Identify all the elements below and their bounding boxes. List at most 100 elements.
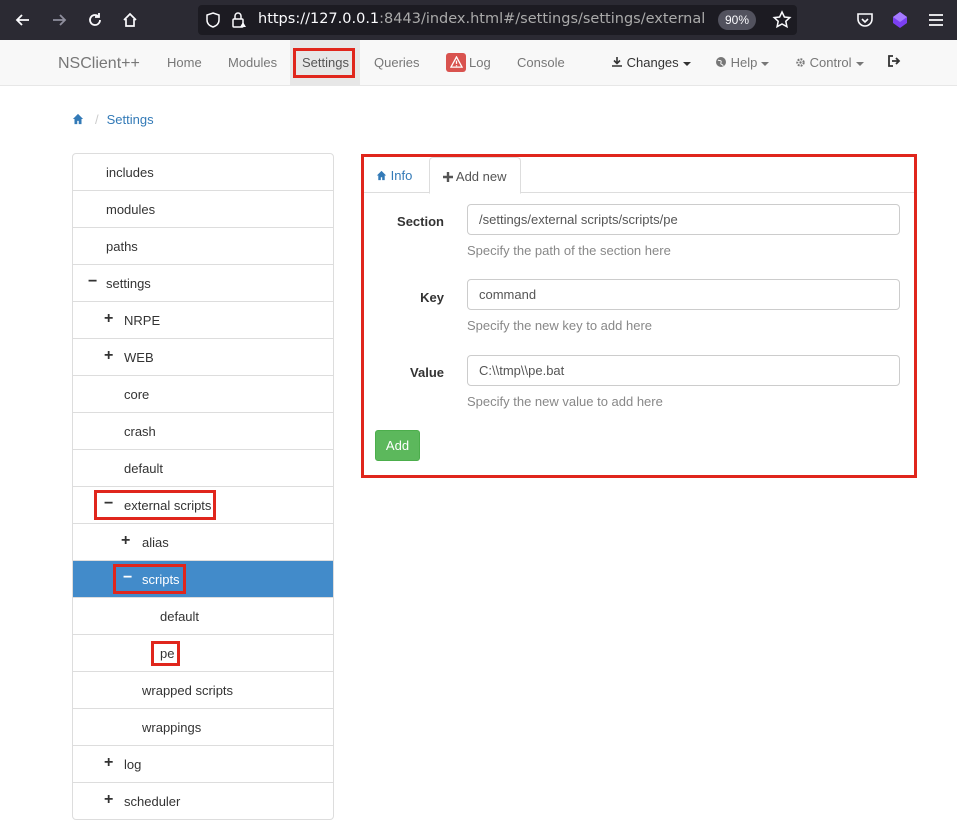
tree-item-web[interactable]: + WEB [73, 339, 333, 376]
shield-icon[interactable] [204, 11, 222, 29]
tree-item-label: log [124, 757, 142, 772]
download-icon [612, 57, 622, 67]
tab-info[interactable]: Info [376, 157, 412, 194]
collapse-icon[interactable]: − [123, 570, 132, 586]
tree-item-label: paths [106, 239, 138, 254]
url-text: https://127.0.0.1:8443/index.html#/setti… [258, 11, 708, 27]
tree-item-label: includes [106, 165, 154, 180]
tab-info-label: Info [390, 168, 413, 183]
nav-log[interactable]: Log [469, 55, 491, 70]
zoom-level-badge[interactable]: 90% [718, 10, 757, 30]
nav-queries[interactable]: Queries [374, 55, 420, 70]
app-navbar: NSClient++ Home Modules Settings Queries… [0, 40, 957, 86]
expand-icon[interactable]: + [104, 755, 113, 771]
back-icon[interactable] [11, 8, 35, 32]
nav-home[interactable]: Home [167, 55, 202, 70]
tree-item-core[interactable]: core [73, 376, 333, 413]
tree-item-label: crash [124, 424, 156, 439]
tree-item-nrpe[interactable]: + NRPE [73, 302, 333, 339]
value-input[interactable]: C:\\tmp\\pe.bat [467, 355, 900, 386]
nav-control-label: Control [809, 55, 852, 70]
nav-help-label: Help [730, 55, 758, 70]
tree-item-scripts[interactable]: − scripts [73, 561, 333, 598]
tree-item-wrapped-scripts[interactable]: wrapped scripts [73, 672, 333, 709]
tree-item-label: NRPE [124, 313, 161, 328]
key-input[interactable]: command [467, 279, 900, 310]
plus-icon [443, 172, 453, 182]
tab-add-new-label: Add new [455, 169, 507, 184]
tree-item-label: wrapped scripts [142, 683, 234, 698]
tab-add-new[interactable]: Add new [429, 157, 521, 194]
tree-item-scheduler[interactable]: + scheduler [73, 783, 333, 819]
collapse-icon[interactable]: − [88, 274, 97, 290]
section-input[interactable]: /settings/external scripts/scripts/pe [467, 204, 900, 235]
browser-toolbar: https://127.0.0.1:8443/index.html#/setti… [0, 0, 957, 40]
tree-item-settings[interactable]: − settings [73, 265, 333, 302]
tree-item-label: alias [142, 535, 169, 550]
tree-item-wrappings[interactable]: wrappings [73, 709, 333, 746]
nav-changes-label: Changes [626, 55, 679, 70]
globe-icon [716, 57, 726, 67]
settings-tree: includes modules paths − settings + NRPE +… [72, 153, 334, 820]
breadcrumb: / Settings [72, 112, 154, 127]
value-help: Specify the new value to add here [467, 394, 663, 409]
nav-changes-dropdown[interactable]: Changes [611, 55, 691, 70]
collapse-icon[interactable]: − [104, 496, 113, 512]
forward-icon[interactable] [47, 8, 71, 32]
nav-modules[interactable]: Modules [228, 55, 277, 70]
tree-item-paths[interactable]: paths [73, 228, 333, 265]
tree-item-label: default [124, 461, 164, 476]
expand-icon[interactable]: + [104, 792, 113, 808]
url-bar[interactable]: https://127.0.0.1:8443/index.html#/setti… [198, 5, 797, 35]
expand-icon[interactable]: + [104, 311, 113, 327]
cog-icon [796, 58, 805, 67]
tree-item-includes[interactable]: includes [73, 154, 333, 191]
menu-icon[interactable] [926, 10, 946, 30]
reload-icon[interactable] [83, 8, 107, 32]
lock-warning-icon[interactable] [230, 11, 248, 29]
tree-item-label: pe [160, 646, 175, 661]
key-help: Specify the new key to add here [467, 318, 653, 333]
pocket-icon[interactable] [855, 10, 875, 30]
tree-item-alias[interactable]: + alias [73, 524, 333, 561]
tree-item-label: settings [106, 276, 151, 291]
value-label: Value [410, 365, 444, 380]
section-label: Section [397, 214, 444, 229]
tree-item-label: WEB [124, 350, 154, 365]
expand-icon[interactable]: + [104, 348, 113, 364]
home-icon [376, 170, 387, 181]
tree-item-scripts-default[interactable]: default [73, 598, 333, 635]
warning-icon [446, 53, 466, 72]
brand-logo[interactable]: NSClient++ [58, 55, 140, 73]
nav-help-dropdown[interactable]: Help [715, 55, 770, 70]
breadcrumb-separator: / [95, 112, 99, 127]
add-new-panel: Info Add new Section /settings/external … [361, 154, 917, 478]
section-help: Specify the path of the section here [467, 243, 671, 258]
highlight-box-settings [293, 48, 355, 78]
tree-item-pe[interactable]: pe [73, 635, 333, 672]
tree-item-external-scripts[interactable]: − external scripts [73, 487, 333, 524]
add-button[interactable]: Add [375, 430, 420, 461]
tree-item-label: scheduler [124, 794, 181, 809]
tree-item-label: default [160, 609, 200, 624]
panel-tabs: Info Add new [364, 157, 914, 194]
tree-item-label: modules [106, 202, 156, 217]
tree-item-label: external scripts [124, 498, 212, 513]
key-label: Key [420, 290, 444, 305]
tree-item-label: wrappings [142, 720, 202, 735]
tree-item-label: core [124, 387, 150, 402]
tree-item-crash[interactable]: crash [73, 413, 333, 450]
breadcrumb-home-icon[interactable] [72, 113, 85, 126]
tree-item-label: scripts [142, 572, 180, 587]
nav-control-dropdown[interactable]: Control [795, 55, 864, 70]
expand-icon[interactable]: + [121, 533, 130, 549]
breadcrumb-settings[interactable]: Settings [107, 112, 154, 127]
logout-icon[interactable] [887, 54, 901, 71]
nav-console[interactable]: Console [517, 55, 565, 70]
tree-item-default[interactable]: default [73, 450, 333, 487]
bookmark-star-icon[interactable] [772, 10, 792, 30]
tree-item-log[interactable]: + log [73, 746, 333, 783]
extension-icon[interactable] [890, 10, 910, 30]
home-icon[interactable] [118, 8, 142, 32]
tree-item-modules[interactable]: modules [73, 191, 333, 228]
